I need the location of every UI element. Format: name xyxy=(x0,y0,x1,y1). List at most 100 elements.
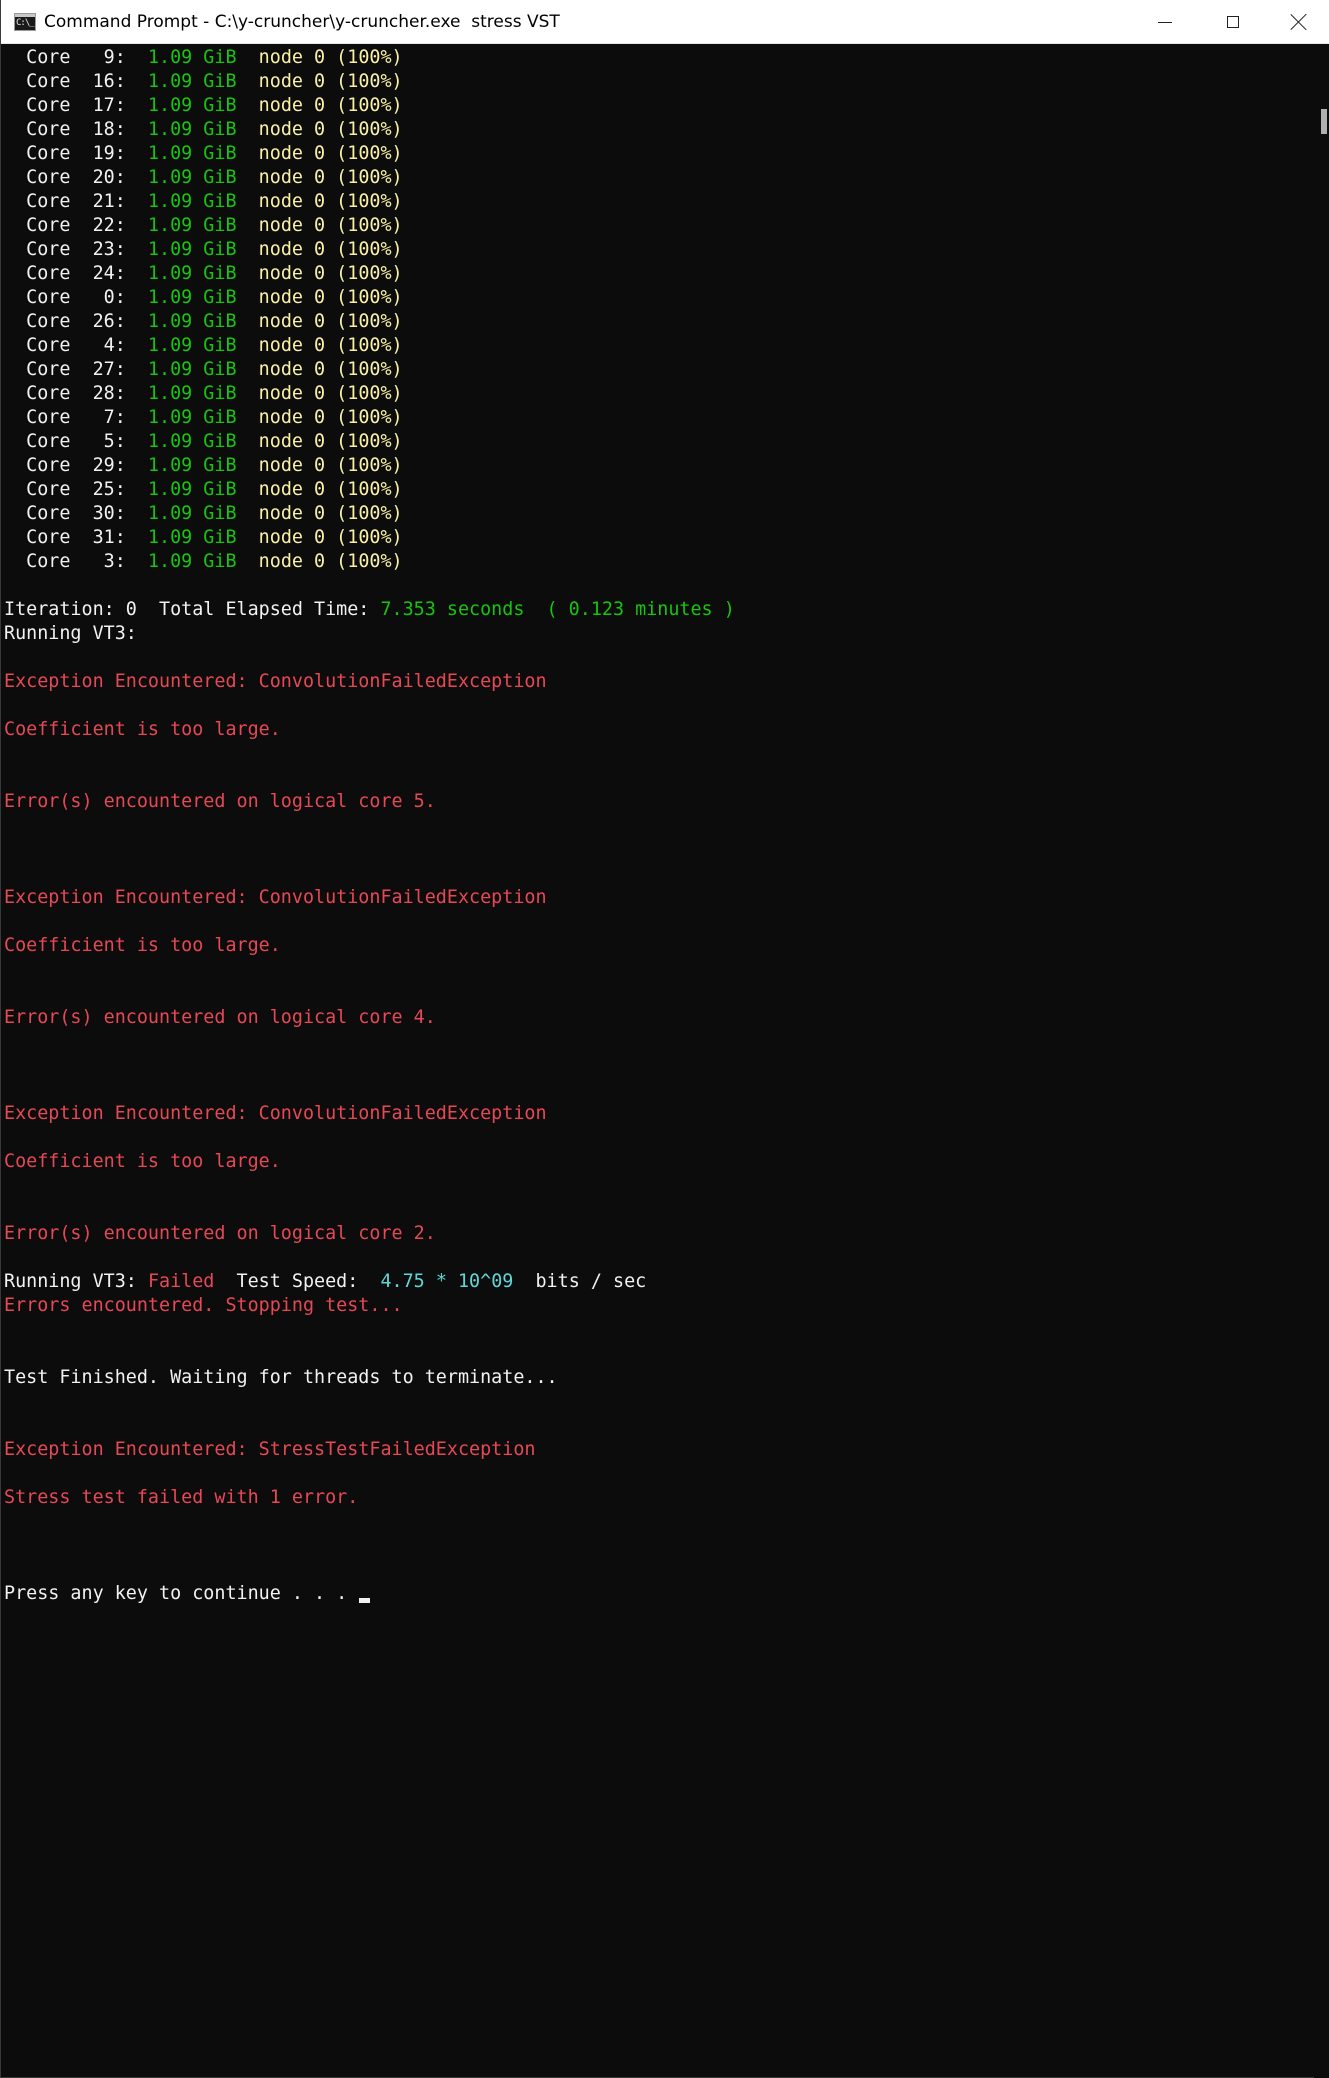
iteration-prefix: Iteration: 0 Total Elapsed Time: xyxy=(4,599,381,620)
error-blocks: Exception Encountered: ConvolutionFailed… xyxy=(4,670,1314,1270)
core-label: Core 9: xyxy=(4,47,148,68)
core-node: node 0 (100%) xyxy=(258,407,403,428)
core-memory: 1.09 GiB xyxy=(147,191,237,212)
core-row: Core 24: 1.09 GiB node 0 (100%) xyxy=(4,262,1314,286)
minimize-button[interactable] xyxy=(1131,0,1199,44)
core-row: Core 27: 1.09 GiB node 0 (100%) xyxy=(4,358,1314,382)
core-label: Core 22: xyxy=(4,215,148,236)
core-node: node 0 (100%) xyxy=(258,47,403,68)
title-bar[interactable]: C:\_ Command Prompt - C:\y-cruncher\y-cr… xyxy=(1,0,1329,44)
core-memory: 1.09 GiB xyxy=(147,431,237,452)
scrollbar-thumb[interactable] xyxy=(1321,109,1327,134)
core-label: Core 31: xyxy=(4,527,148,548)
core-label: Core 27: xyxy=(4,359,148,380)
core-label: Core 0: xyxy=(4,287,148,308)
core-memory: 1.09 GiB xyxy=(147,407,237,428)
command-prompt-icon[interactable]: C:\_ xyxy=(14,13,36,31)
core-label: Core 30: xyxy=(4,503,148,524)
core-node: node 0 (100%) xyxy=(258,479,403,500)
core-memory: 1.09 GiB xyxy=(147,47,237,68)
iteration-line: Iteration: 0 Total Elapsed Time: 7.353 s… xyxy=(4,598,1314,622)
core-row: Core 29: 1.09 GiB node 0 (100%) xyxy=(4,454,1314,478)
core-row: Core 20: 1.09 GiB node 0 (100%) xyxy=(4,166,1314,190)
vertical-scrollbar[interactable] xyxy=(1314,44,1329,2078)
core-node: node 0 (100%) xyxy=(258,119,403,140)
core-label: Core 7: xyxy=(4,407,148,428)
core-row: Core 31: 1.09 GiB node 0 (100%) xyxy=(4,526,1314,550)
core-row: Core 0: 1.09 GiB node 0 (100%) xyxy=(4,286,1314,310)
final-exception-line: Exception Encountered: StressTestFailedE… xyxy=(4,1439,536,1460)
core-memory: 1.09 GiB xyxy=(147,119,237,140)
minimize-icon xyxy=(1158,21,1172,23)
core-memory: 1.09 GiB xyxy=(147,71,237,92)
core-row: Core 16: 1.09 GiB node 0 (100%) xyxy=(4,70,1314,94)
maximize-icon xyxy=(1227,16,1239,28)
core-node: node 0 (100%) xyxy=(258,359,403,380)
core-label: Core 19: xyxy=(4,143,148,164)
core-row: Core 3: 1.09 GiB node 0 (100%) xyxy=(4,550,1314,574)
core-memory: 1.09 GiB xyxy=(147,383,237,404)
core-row: Core 28: 1.09 GiB node 0 (100%) xyxy=(4,382,1314,406)
exception-line: Exception Encountered: ConvolutionFailed… xyxy=(4,887,547,908)
maximize-button[interactable] xyxy=(1199,0,1267,44)
error-message-line: Coefficient is too large. xyxy=(4,935,281,956)
errors-stopping-line: Errors encountered. Stopping test... xyxy=(4,1295,403,1316)
core-label: Core 17: xyxy=(4,95,148,116)
core-memory: 1.09 GiB xyxy=(147,551,237,572)
core-memory: 1.09 GiB xyxy=(147,455,237,476)
speed-value: 4.75 * 10^09 xyxy=(380,1271,514,1292)
core-node: node 0 (100%) xyxy=(258,287,403,308)
core-node: node 0 (100%) xyxy=(258,551,403,572)
close-icon xyxy=(1290,13,1308,31)
core-row: Core 4: 1.09 GiB node 0 (100%) xyxy=(4,334,1314,358)
error-message-line: Coefficient is too large. xyxy=(4,719,281,740)
core-node: node 0 (100%) xyxy=(258,263,403,284)
result-prefix: Running VT3: xyxy=(4,1271,148,1292)
core-memory: 1.09 GiB xyxy=(147,95,237,116)
core-allocation-list: Core 9: 1.09 GiB node 0 (100%) Core 16: … xyxy=(4,46,1314,574)
core-label: Core 29: xyxy=(4,455,148,476)
core-node: node 0 (100%) xyxy=(258,167,403,188)
core-row: Core 21: 1.09 GiB node 0 (100%) xyxy=(4,190,1314,214)
core-node: node 0 (100%) xyxy=(258,527,403,548)
speed-unit: bits / sec xyxy=(513,1271,647,1292)
elapsed-time: 7.353 seconds ( 0.123 minutes ) xyxy=(380,599,735,620)
prompt-text: Press any key to continue . . . xyxy=(4,1583,359,1604)
core-label: Core 26: xyxy=(4,311,148,332)
core-node: node 0 (100%) xyxy=(258,71,403,92)
prompt-line: Press any key to continue . . . xyxy=(4,1582,1314,1606)
core-label: Core 25: xyxy=(4,479,148,500)
core-node: node 0 (100%) xyxy=(258,143,403,164)
app-icon-glyph: C:\_ xyxy=(16,18,35,28)
error-message-line: Coefficient is too large. xyxy=(4,1151,281,1172)
console-output[interactable]: Core 9: 1.09 GiB node 0 (100%) Core 16: … xyxy=(4,46,1314,2076)
error-core-line: Error(s) encountered on logical core 4. xyxy=(4,1007,436,1028)
running-vt3-line: Running VT3: xyxy=(4,623,137,644)
final-message-line: Stress test failed with 1 error. xyxy=(4,1487,359,1508)
core-label: Core 20: xyxy=(4,167,148,188)
core-label: Core 21: xyxy=(4,191,148,212)
error-core-line: Error(s) encountered on logical core 2. xyxy=(4,1223,436,1244)
core-row: Core 7: 1.09 GiB node 0 (100%) xyxy=(4,406,1314,430)
core-memory: 1.09 GiB xyxy=(147,335,237,356)
close-button[interactable] xyxy=(1268,0,1329,44)
result-line: Running VT3: Failed Test Speed: 4.75 * 1… xyxy=(4,1270,1314,1294)
core-row: Core 25: 1.09 GiB node 0 (100%) xyxy=(4,478,1314,502)
core-label: Core 4: xyxy=(4,335,148,356)
